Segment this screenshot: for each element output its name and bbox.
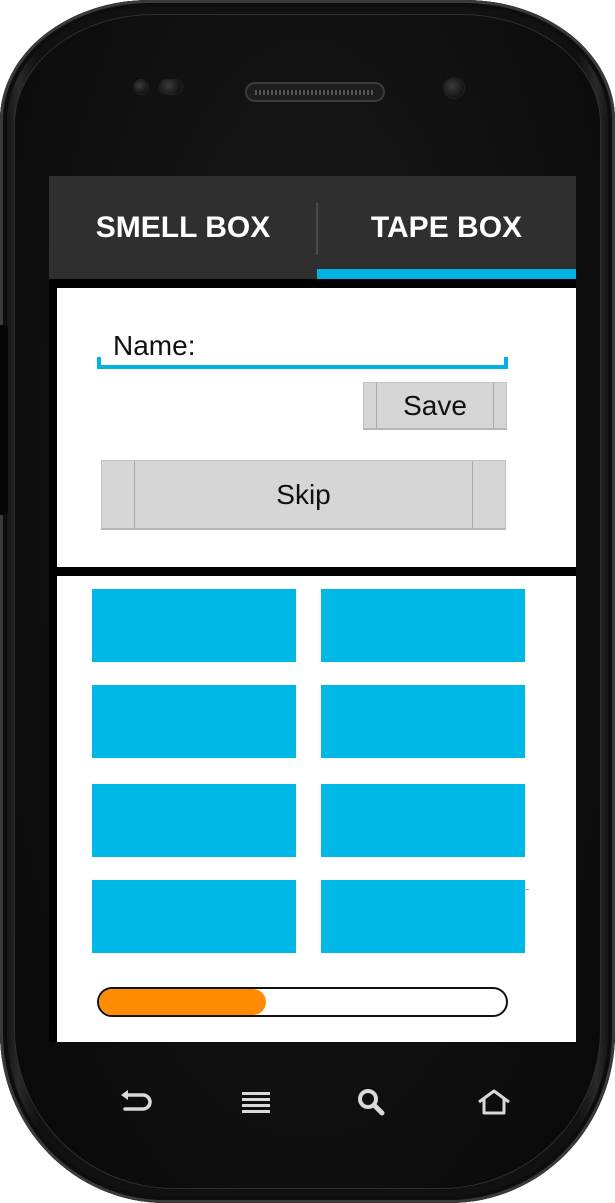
menu-button[interactable] [231,1082,281,1122]
selected-tab-indicator [317,269,576,279]
grid-tile[interactable] [92,880,296,953]
back-icon [121,1090,152,1111]
divider [524,889,529,890]
phone-frame: SMELL BOX TAPE BOX Name: Save Skip [0,0,615,1203]
name-input[interactable] [97,355,508,369]
volume-key [0,325,8,515]
grid-tile[interactable] [321,685,525,758]
tab-label: TAPE BOX [370,210,523,244]
tab-label: SMELL BOX [95,210,271,244]
skip-button[interactable]: Skip [101,460,506,530]
tab-smell-box[interactable]: SMELL BOX [49,176,317,279]
grid-tile[interactable] [321,880,525,953]
tile-grid-panel [57,576,576,1042]
tab-tape-box[interactable]: TAPE BOX [317,176,576,279]
input-underline-edge [97,357,101,369]
home-button[interactable] [469,1082,519,1122]
grid-tile[interactable] [321,589,525,662]
earpiece-speaker [245,82,385,102]
search-button[interactable] [346,1082,396,1122]
input-underline [97,365,508,369]
progress-fill [99,989,266,1015]
tab-bar: SMELL BOX TAPE BOX [49,176,576,279]
save-button[interactable]: Save [363,382,507,430]
grid-tile[interactable] [92,784,296,857]
input-underline-edge [504,357,508,369]
sensor-icon [134,80,148,94]
save-button-label: Save [403,389,467,421]
screen: SMELL BOX TAPE BOX Name: Save Skip [49,176,576,1042]
back-button[interactable] [111,1082,161,1122]
skip-button-label: Skip [276,478,331,510]
home-icon [478,1089,510,1115]
grid-tile[interactable] [92,685,296,758]
grid-tile[interactable] [321,784,525,857]
progress-bar [97,987,508,1017]
search-icon [358,1089,385,1116]
sensor-icon [160,80,182,94]
grid-tile[interactable] [92,589,296,662]
name-form-panel: Name: Save Skip [57,288,576,567]
menu-icon [242,1092,270,1113]
front-camera-icon [444,78,464,98]
